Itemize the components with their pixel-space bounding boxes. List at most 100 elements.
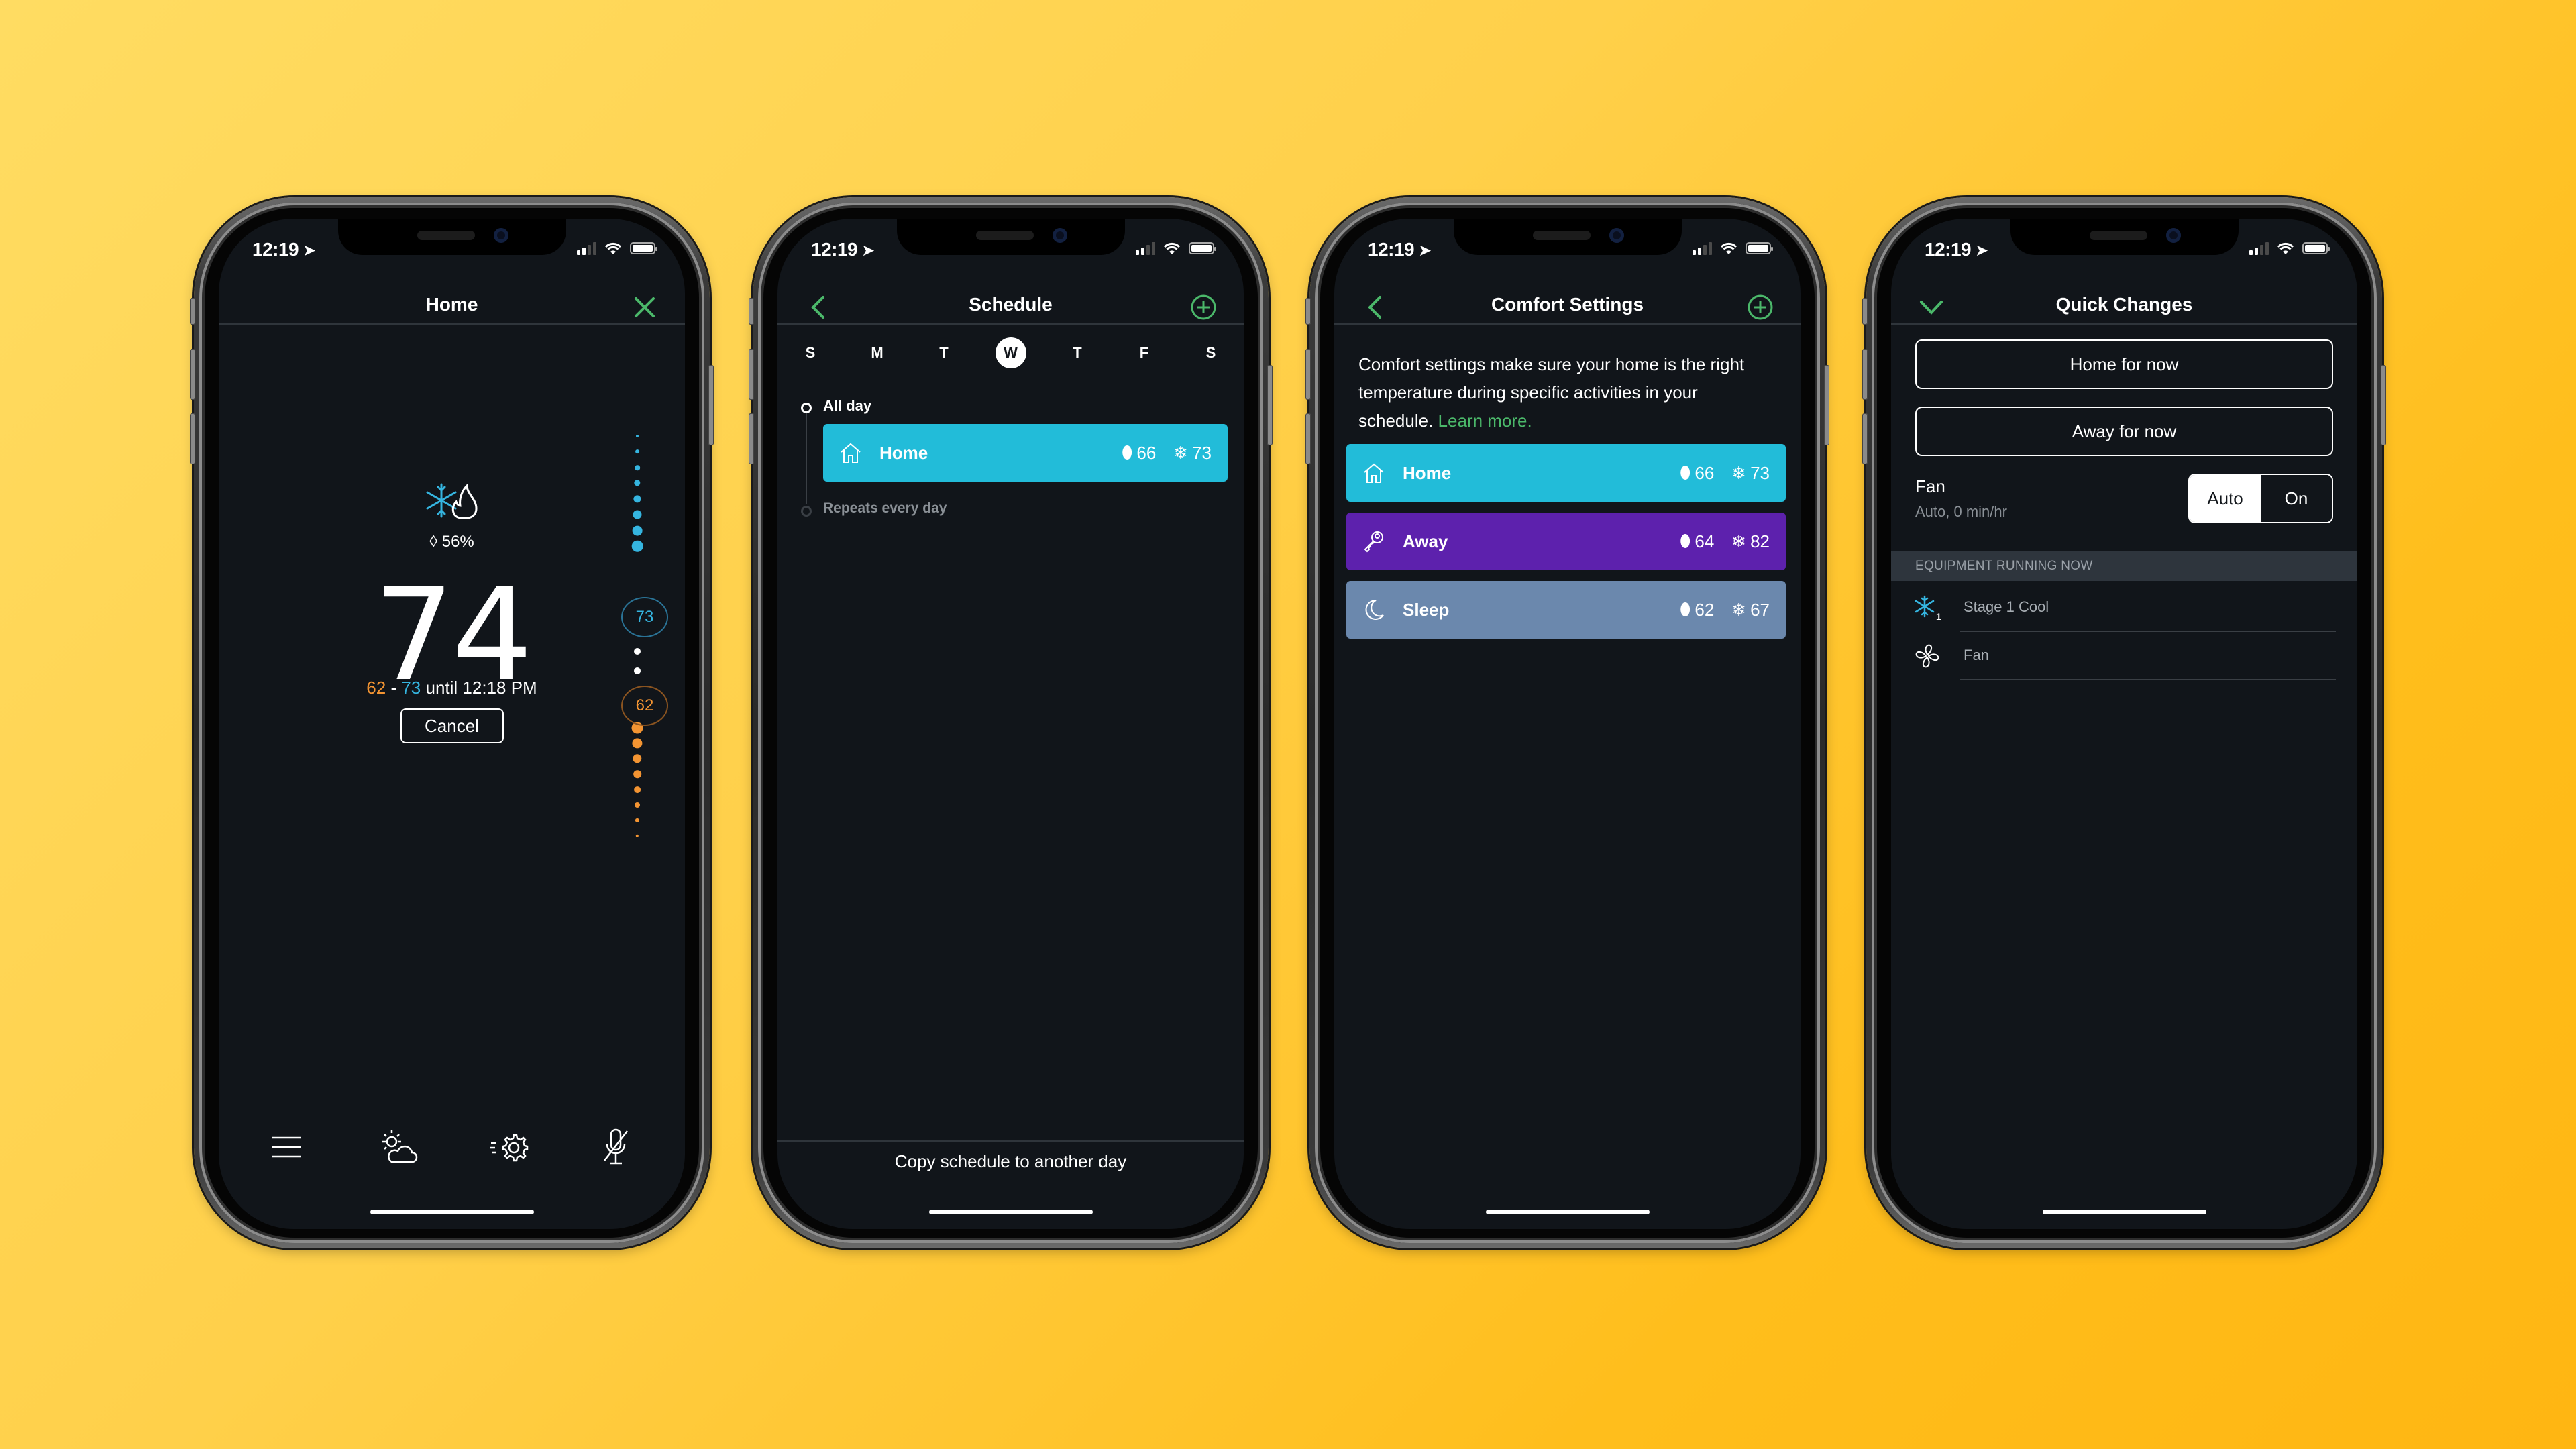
equipment-item-stage1-cool: 1 Stage 1 Cool	[1891, 584, 2357, 632]
schedule-entry-home[interactable]: Home ⬮ 66 ❄ 73	[823, 424, 1228, 482]
timeline-start-label: All day	[823, 397, 872, 414]
cool-snowflake-icon: ❄	[1731, 531, 1747, 551]
status-bar: 12:19 ➤	[1891, 239, 2357, 266]
cool-setpoint: 82	[1750, 531, 1770, 551]
heat-scale-dot	[635, 834, 639, 838]
phone-home: 12:19 ➤ Home ◊ 56% 74 62 - 73 until 12:1…	[190, 197, 714, 1248]
weather-button[interactable]	[378, 1127, 419, 1167]
cool-scale-dot	[635, 449, 639, 453]
screen-quick-changes: 12:19 ➤ Quick Changes Home for now Away f…	[1891, 219, 2357, 1229]
cool-scale-dot	[632, 525, 643, 536]
power-button	[1267, 365, 1273, 445]
fan-mode-toggle: Auto On	[2188, 474, 2333, 523]
mute-switch	[1305, 298, 1311, 325]
comfort-setting-sleep[interactable]: Sleep ⬮ 62 ❄ 67	[1346, 581, 1786, 639]
cool-setpoint: 67	[1750, 599, 1770, 620]
away-for-now-button[interactable]: Away for now	[1915, 407, 2333, 456]
cellular-signal-icon	[1136, 241, 1155, 255]
equipment-label: Stage 1 Cool	[1964, 598, 2049, 615]
battery-icon	[1189, 242, 1216, 254]
home-indicator	[370, 1210, 534, 1214]
heat-setpoint: 66	[1136, 442, 1157, 463]
heat-scale-dot	[635, 818, 640, 823]
location-arrow-icon: ➤	[1975, 241, 1988, 260]
wifi-icon	[1163, 242, 1181, 254]
fan-auto-option[interactable]: Auto	[2190, 475, 2261, 522]
day-thursday[interactable]: T	[1062, 337, 1093, 368]
status-bar: 12:19 ➤	[219, 239, 685, 266]
fan-on-option[interactable]: On	[2261, 475, 2332, 522]
learn-more-link[interactable]: Learn more.	[1438, 411, 1532, 431]
humidity-drop-icon: ◊	[429, 533, 438, 551]
hold-status: 62 - 73 until 12:18 PM	[219, 678, 685, 698]
heat-setpoint-handle[interactable]: 62	[621, 686, 668, 726]
voice-button[interactable]	[596, 1127, 636, 1167]
screen-home: 12:19 ➤ Home ◊ 56% 74 62 - 73 until 12:1…	[219, 219, 685, 1229]
volume-down-button	[190, 413, 195, 464]
home-for-now-button[interactable]: Home for now	[1915, 339, 2333, 389]
wifi-icon	[604, 242, 622, 254]
comfort-setting-home[interactable]: Home ⬮ 66 ❄ 73	[1346, 444, 1786, 502]
stage1-cool-icon: 1	[1914, 594, 1943, 622]
cool-setpoint: 73	[1750, 462, 1770, 483]
hold-cool-setpoint: 73	[401, 678, 421, 698]
battery-icon	[2302, 242, 2330, 254]
cool-setpoint-handle[interactable]: 73	[621, 597, 668, 637]
volume-up-button	[1305, 349, 1311, 400]
volume-down-button	[1305, 413, 1311, 464]
location-arrow-icon: ➤	[1418, 241, 1432, 260]
quick-changes-button[interactable]	[488, 1127, 529, 1167]
heat-scale-dot	[632, 738, 643, 749]
page-title: Comfort Settings	[1491, 294, 1644, 315]
battery-icon	[630, 242, 657, 254]
timeline-end-dot	[801, 506, 812, 517]
copy-schedule-label: Copy schedule to another day	[894, 1151, 1127, 1171]
cool-scale-dot	[631, 540, 643, 552]
add-comfort-setting-button[interactable]	[1744, 291, 1776, 323]
phone-comfort-settings: 12:19 ➤ Comfort Settings Comfort settings…	[1305, 197, 1829, 1248]
divider	[1960, 679, 2336, 680]
entry-name: Home	[879, 442, 928, 463]
phone-schedule: 12:19 ➤ Schedule S M T W T F S All day H…	[749, 197, 1273, 1248]
timeline-start-dot	[801, 402, 812, 413]
day-sunday[interactable]: S	[795, 337, 826, 368]
status-time: 12:19	[1368, 239, 1415, 260]
status-bar: 12:19 ➤	[1334, 239, 1801, 266]
cool-setpoint: 73	[1192, 442, 1212, 463]
add-circle-icon	[1748, 294, 1773, 320]
moon-icon	[1362, 598, 1385, 621]
location-arrow-icon: ➤	[303, 241, 316, 260]
mute-switch	[190, 298, 195, 325]
setting-name: Away	[1403, 531, 1448, 551]
cool-snowflake-icon: ❄	[1731, 462, 1747, 483]
timeline-end-label: Repeats every day	[823, 500, 947, 516]
heat-scale-dot	[633, 770, 641, 778]
day-selector: S M T W T F S	[795, 335, 1226, 370]
menu-button[interactable]	[266, 1127, 307, 1167]
screen-schedule: 12:19 ➤ Schedule S M T W T F S All day H…	[777, 219, 1244, 1229]
screen-comfort-settings: 12:19 ➤ Comfort Settings Comfort settings…	[1334, 219, 1801, 1229]
cancel-hold-button[interactable]: Cancel	[400, 708, 504, 743]
home-indicator	[928, 1210, 1093, 1214]
volume-down-button	[749, 413, 754, 464]
day-friday[interactable]: F	[1129, 337, 1160, 368]
heat-scale-dot	[633, 754, 642, 763]
day-tuesday[interactable]: T	[928, 337, 959, 368]
cool-scale-dot	[636, 435, 639, 437]
status-time: 12:19	[811, 239, 858, 260]
day-wednesday[interactable]: W	[995, 337, 1026, 368]
timeline-line	[806, 409, 807, 504]
fan-status: Auto, 0 min/hr	[1915, 503, 2007, 520]
hold-separator: -	[390, 678, 397, 698]
fan-icon	[1914, 643, 1943, 669]
cellular-signal-icon	[577, 241, 596, 255]
status-time: 12:19	[252, 239, 299, 260]
day-saturday[interactable]: S	[1195, 337, 1226, 368]
copy-schedule-button[interactable]: Copy schedule to another day	[777, 1140, 1244, 1229]
close-button[interactable]	[629, 291, 661, 323]
status-time: 12:19	[1925, 239, 1972, 260]
add-schedule-button[interactable]	[1187, 291, 1220, 323]
comfort-setting-away[interactable]: Away ⬮ 64 ❄ 82	[1346, 513, 1786, 570]
day-monday[interactable]: M	[862, 337, 893, 368]
setting-name: Sleep	[1403, 599, 1450, 620]
